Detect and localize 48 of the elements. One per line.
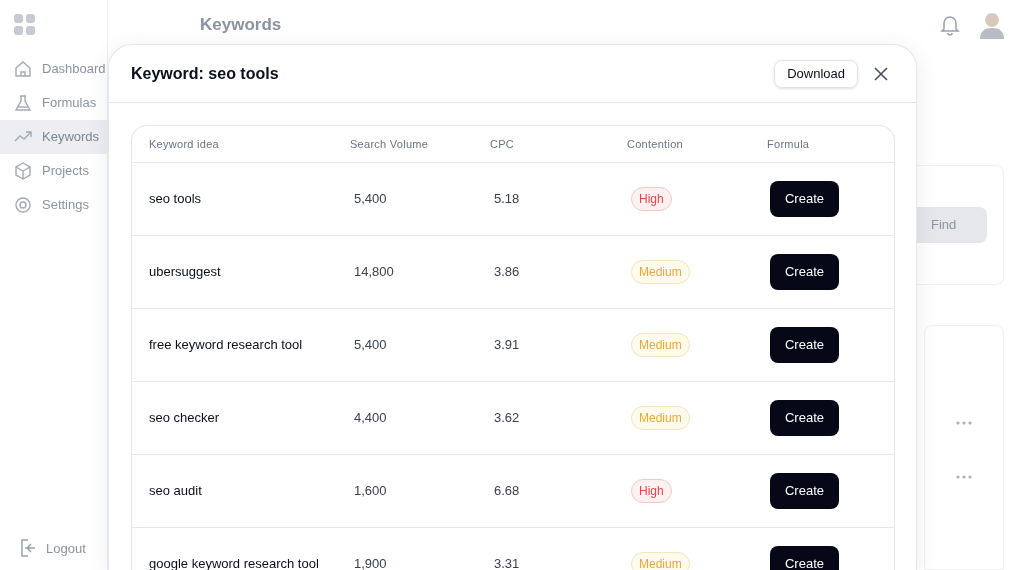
column-header: Formula [767, 136, 810, 152]
contention-badge: High [631, 187, 672, 211]
contention-badge: High [631, 479, 672, 503]
logout-icon [20, 539, 36, 558]
cpc-cell-text: 3.62 [494, 409, 520, 428]
create-button[interactable]: Create [770, 546, 839, 570]
keyword-cell-text: seo tools [149, 190, 202, 209]
contention-badge: Medium [631, 406, 690, 430]
avatar-icon[interactable] [980, 11, 1004, 39]
volume-cell-text: 1,600 [354, 482, 387, 501]
create-button[interactable]: Create [770, 181, 839, 217]
more-icon[interactable] [956, 421, 972, 425]
cube-icon [14, 162, 32, 180]
modal-title: Keyword: seo tools [131, 63, 279, 84]
contention-badge: Medium [631, 552, 690, 570]
flask-icon [14, 94, 32, 112]
more-icon[interactable] [956, 475, 972, 479]
volume-cell-text: 14,800 [354, 263, 394, 282]
column-header: Search Volume [350, 136, 429, 152]
cpc-cell-text: 6.68 [494, 482, 520, 501]
volume-cell-text: 5,400 [354, 190, 387, 209]
keyword-cell-text: seo checker [149, 409, 220, 428]
page-title: Keywords [200, 14, 282, 37]
volume-cell-text: 5,400 [354, 336, 387, 355]
column-header: Keyword idea [149, 136, 219, 152]
cpc-cell-text: 5.18 [494, 190, 520, 209]
column-header: Contention [627, 136, 683, 152]
volume-cell-text: 4,400 [354, 409, 387, 428]
column-header: CPC [490, 136, 515, 152]
home-icon [14, 60, 32, 78]
contention-badge: Medium [631, 333, 690, 357]
keyword-cell-text: ubersuggest [149, 263, 221, 282]
cpc-cell-text: 3.91 [494, 336, 520, 355]
contention-badge: Medium [631, 260, 690, 284]
create-button[interactable]: Create [770, 254, 839, 290]
create-button[interactable]: Create [770, 327, 839, 363]
keyword-cell-text: seo audit [149, 482, 202, 501]
settings-icon [14, 196, 32, 214]
keyword-cell-text: free keyword research tool [149, 336, 303, 355]
cpc-cell-text: 3.86 [494, 263, 520, 282]
download-button[interactable]: Download [774, 59, 858, 88]
close-icon[interactable] [874, 66, 888, 81]
cpc-cell-text: 3.31 [494, 555, 520, 570]
create-button[interactable]: Create [770, 400, 839, 436]
volume-cell-text: 1,900 [354, 555, 387, 570]
create-button[interactable]: Create [770, 473, 839, 509]
bell-icon[interactable] [940, 14, 960, 36]
grid-logo-icon [14, 14, 36, 36]
